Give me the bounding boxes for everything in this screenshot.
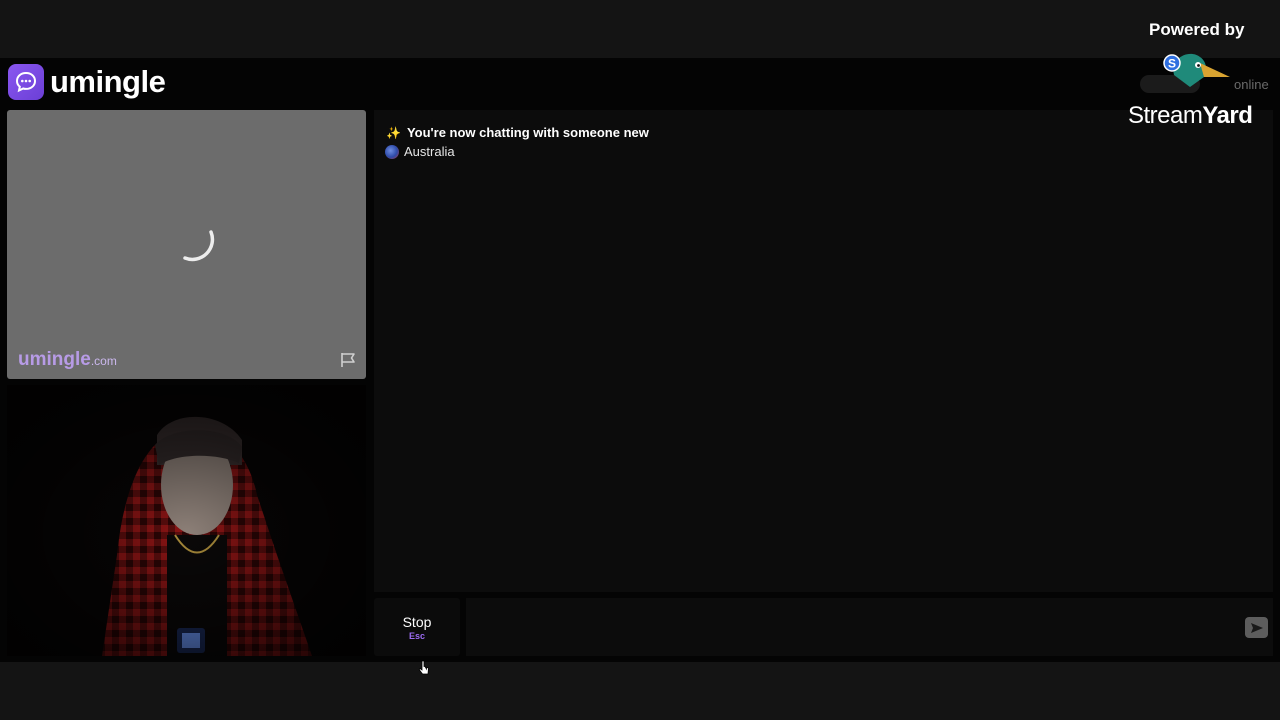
system-message-text: You're now chatting with someone new [406,125,649,140]
stop-label: Stop [402,613,432,630]
brand-name: umingle [50,64,166,99]
brand-logo[interactable]: umingle [8,64,166,100]
streamyard-light: Stream [1128,102,1203,129]
self-video [7,385,366,656]
chat-log: ✨ You're now chatting with someone new A… [374,110,1273,592]
stranger-country: Australia [385,144,455,159]
app-window: umingle online umingle.com ✨ You're now … [0,58,1280,675]
svg-text:S: S [1168,57,1176,71]
top-letterbox [0,0,1280,58]
chat-bubble-icon [8,64,44,100]
send-icon [1250,622,1263,633]
cursor-icon [418,660,429,675]
stop-button[interactable]: Stop Esc [374,598,460,656]
self-camera-feed [7,385,366,656]
sparkle-icon: ✨ [386,125,401,140]
globe-icon [385,144,399,159]
system-message: ✨ You're now chatting with someone new [386,125,649,140]
streamyard-wordmark: StreamYard [1128,102,1253,130]
streamyard-logo-icon: S [1163,53,1230,87]
loading-spinner-icon [183,230,215,262]
flag-icon[interactable] [339,351,357,369]
country-name: Australia [404,144,455,159]
stranger-video: umingle.com [7,110,366,379]
bottom-letterbox [0,662,1280,720]
watermark-domain: .com [90,354,117,368]
send-button[interactable] [1245,617,1268,638]
powered-by-label: Powered by [1149,20,1245,39]
video-watermark: umingle.com [18,349,117,371]
streamyard-bold: Yard [1202,102,1253,129]
watermark-name: umingle [18,349,91,370]
message-input[interactable] [466,598,1273,656]
online-label: online [1234,77,1269,92]
stop-shortcut: Esc [408,630,425,641]
